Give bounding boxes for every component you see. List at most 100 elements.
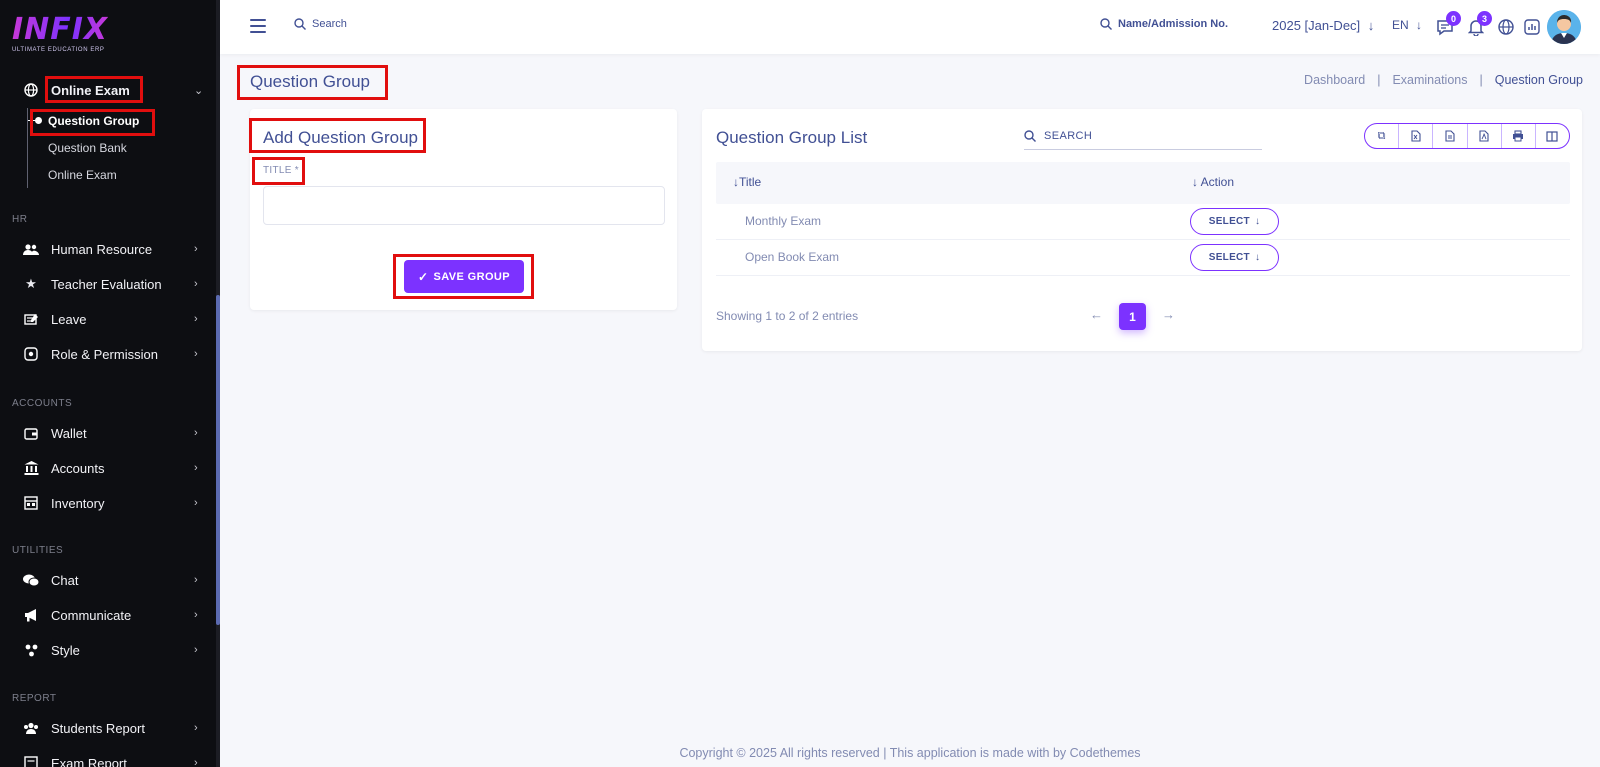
pagination-current-page[interactable]: 1: [1119, 303, 1146, 330]
menu-toggle-icon[interactable]: [250, 19, 266, 33]
breadcrumb-separator: |: [1377, 73, 1381, 87]
breadcrumb-dashboard[interactable]: Dashboard: [1304, 73, 1365, 87]
highlight-page-title: [237, 65, 388, 100]
column-title-label: Title: [739, 175, 762, 189]
arrow-down-icon: ↓: [1254, 216, 1261, 227]
breadcrumb: Dashboard | Examinations | Question Grou…: [1304, 73, 1583, 87]
chart-icon: [1524, 19, 1540, 35]
sidebar-item-communicate[interactable]: Communicate ›: [0, 600, 216, 630]
admission-search[interactable]: Name/Admission No.: [1100, 18, 1228, 30]
reports-button[interactable]: [1522, 17, 1542, 37]
user-avatar[interactable]: [1547, 10, 1581, 44]
pdf-file-icon: [1479, 130, 1489, 142]
section-title-utilities: UTILITIES: [12, 545, 64, 556]
print-button[interactable]: [1502, 124, 1536, 148]
messages-button[interactable]: 0: [1435, 11, 1461, 37]
arrow-down-icon: ↓: [1367, 18, 1375, 33]
pagination-next-icon[interactable]: →: [1162, 307, 1175, 322]
chevron-right-icon: ›: [194, 609, 198, 621]
sidebar-item-students-report[interactable]: Students Report ›: [0, 713, 216, 743]
highlight-question-group: [30, 109, 155, 136]
sidebar-item-role-permission[interactable]: Role & Permission ›: [0, 339, 216, 369]
section-title-accounts: ACCOUNTS: [12, 398, 73, 409]
sidebar-item-label: Communicate: [51, 607, 132, 623]
chevron-right-icon: ›: [194, 722, 198, 734]
sidebar-item-chat[interactable]: Chat ›: [0, 565, 216, 595]
sidebar-item-label: Chat: [51, 572, 79, 588]
excel-button[interactable]: [1399, 124, 1434, 148]
sidebar-item-label: Leave: [51, 311, 87, 327]
row-select-button[interactable]: SELECT ↓: [1190, 208, 1279, 235]
academic-year-value: 2025 [Jan-Dec]: [1272, 18, 1361, 33]
sort-arrow-icon: ↓: [1192, 175, 1201, 189]
search-icon: [1024, 129, 1036, 142]
pdf-button[interactable]: [1468, 124, 1502, 148]
copy-button[interactable]: ⧉: [1365, 124, 1400, 148]
chat-icon: [23, 572, 39, 588]
sidebar-item-label: Style: [51, 642, 80, 658]
column-header-action[interactable]: ↓ Action: [1192, 175, 1234, 189]
sidebar-item-exam-report[interactable]: Exam Report ›: [0, 748, 216, 767]
highlight-title-label: [252, 157, 305, 185]
notifications-button[interactable]: 3: [1466, 11, 1492, 37]
breadcrumb-examinations[interactable]: Examinations: [1392, 73, 1467, 87]
users-icon: [23, 720, 39, 736]
sidebar-item-inventory[interactable]: Inventory ›: [0, 488, 216, 518]
sidebar-item-label: Inventory: [51, 495, 105, 511]
sidebar-item-label: Students Report: [51, 720, 145, 736]
row-title: Monthly Exam: [745, 214, 822, 228]
row-title: Open Book Exam: [745, 250, 840, 264]
excel-file-icon: [1411, 130, 1421, 142]
app-logo[interactable]: INFIX ULTIMATE EDUCATION ERP: [12, 14, 108, 54]
inventory-icon: [23, 495, 39, 511]
export-button-group: ⧉: [1364, 123, 1570, 149]
list-search-input[interactable]: SEARCH: [1024, 122, 1262, 150]
sidebar-item-leave[interactable]: Leave ›: [0, 304, 216, 334]
sidebar-scrollbar[interactable]: [216, 295, 220, 625]
breadcrumb-separator: |: [1479, 73, 1483, 87]
report-icon: [23, 755, 39, 767]
list-search-placeholder: SEARCH: [1044, 129, 1093, 142]
sidebar-item-wallet[interactable]: Wallet ›: [0, 418, 216, 448]
sidebar-item-label: Role & Permission: [51, 346, 158, 362]
title-input[interactable]: [263, 186, 665, 225]
bank-icon: [23, 460, 39, 476]
highlight-save-button: [393, 254, 534, 299]
row-select-label: SELECT: [1208, 252, 1250, 263]
language-value: EN: [1392, 18, 1409, 32]
chevron-right-icon: ›: [194, 497, 198, 509]
academic-year-select[interactable]: 2025 [Jan-Dec] ↓: [1272, 18, 1374, 33]
sidebar-item-label: Human Resource: [51, 241, 153, 257]
sidebar-item-label: Accounts: [51, 460, 105, 476]
highlight-add-form-title: [249, 118, 426, 153]
arrow-down-icon: ↓: [1254, 252, 1261, 263]
table-header: ↓Title ↓ Action: [716, 162, 1570, 204]
column-header-title[interactable]: ↓Title: [733, 175, 761, 189]
highlight-online-exam: [45, 76, 143, 103]
admission-search-placeholder: Name/Admission No.: [1118, 18, 1229, 30]
messages-badge: 0: [1446, 11, 1461, 26]
chevron-right-icon: ›: [194, 278, 198, 290]
website-button[interactable]: [1496, 17, 1516, 37]
sidebar-item-style[interactable]: Style ›: [0, 635, 216, 665]
columns-button[interactable]: [1536, 124, 1569, 148]
pagination-prev-icon[interactable]: ←: [1090, 307, 1103, 322]
sidebar-item-accounts[interactable]: Accounts ›: [0, 453, 216, 483]
sidebar-item-human-resource[interactable]: Human Resource ›: [0, 234, 216, 264]
sidebar-item-label: Teacher Evaluation: [51, 276, 162, 292]
sidebar-subitem-online-exam[interactable]: Online Exam: [48, 168, 117, 182]
language-select[interactable]: EN ↓: [1392, 18, 1422, 32]
arrow-down-icon: ↓: [1416, 18, 1423, 32]
list-title: Question Group List: [716, 128, 868, 147]
sidebar-item-label: Exam Report: [51, 755, 127, 767]
chevron-right-icon: ›: [194, 757, 198, 767]
leave-icon: [23, 311, 39, 327]
sidebar-subitem-question-bank[interactable]: Question Bank: [48, 141, 127, 155]
sidebar-item-teacher-evaluation[interactable]: ★ Teacher Evaluation ›: [0, 269, 216, 299]
users-icon: [23, 241, 39, 257]
column-action-label: Action: [1200, 175, 1235, 189]
top-search[interactable]: Search: [294, 18, 347, 30]
csv-button[interactable]: [1433, 124, 1468, 148]
chevron-right-icon: ›: [194, 462, 198, 474]
row-select-button[interactable]: SELECT ↓: [1190, 244, 1279, 271]
